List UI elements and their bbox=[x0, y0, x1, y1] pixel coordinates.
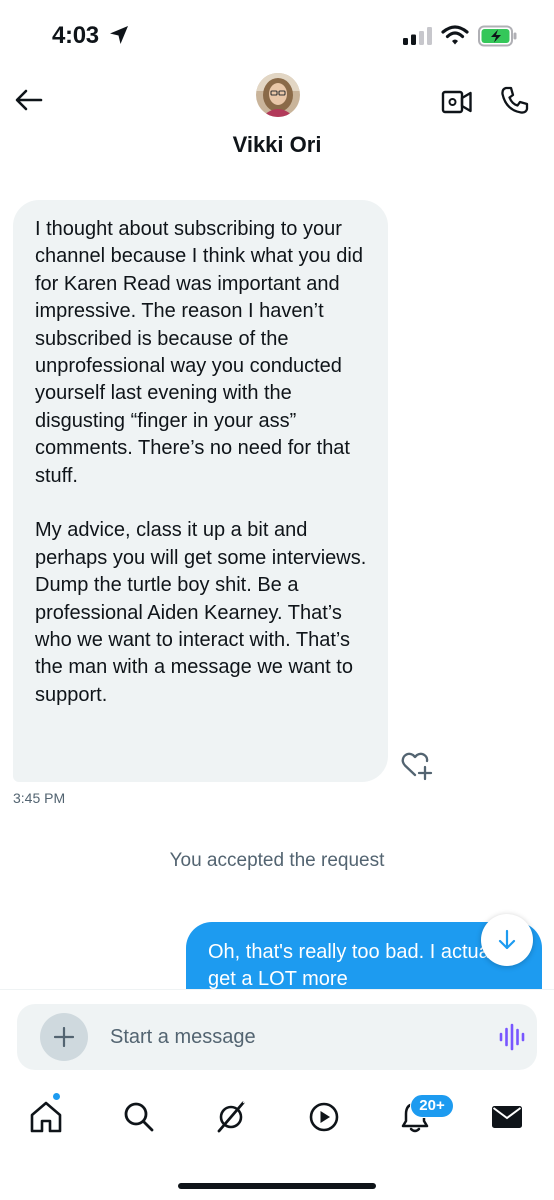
composer-area bbox=[0, 989, 554, 1085]
play-circle-icon bbox=[309, 1102, 339, 1132]
nav-search[interactable] bbox=[122, 1100, 156, 1134]
contact-avatar[interactable] bbox=[256, 73, 300, 117]
home-indicator bbox=[178, 1183, 376, 1189]
wifi-icon bbox=[441, 24, 469, 51]
grok-icon bbox=[217, 1100, 246, 1133]
heart-plus-icon bbox=[401, 752, 433, 781]
status-time: 4:03 bbox=[52, 22, 99, 49]
waveform-icon bbox=[499, 1023, 525, 1051]
contact-name[interactable]: Vikki Ori bbox=[0, 132, 554, 158]
conversation-header: Vikki Ori bbox=[0, 72, 554, 172]
nav-messages[interactable] bbox=[490, 1100, 524, 1134]
scroll-to-bottom-button[interactable] bbox=[481, 914, 533, 966]
bottom-navigation: 20+ bbox=[0, 1085, 554, 1200]
message-input[interactable] bbox=[110, 1017, 450, 1057]
voice-call-button[interactable] bbox=[500, 85, 530, 120]
status-bar: 4:03 bbox=[0, 0, 554, 72]
envelope-icon bbox=[492, 1106, 522, 1128]
cellular-signal-icon bbox=[403, 27, 433, 50]
plus-icon bbox=[54, 1027, 74, 1047]
location-arrow-icon bbox=[108, 24, 130, 51]
message-composer bbox=[17, 1004, 537, 1070]
nav-video[interactable] bbox=[307, 1100, 341, 1134]
add-reaction-button[interactable] bbox=[401, 751, 433, 786]
arrow-down-icon bbox=[498, 929, 516, 950]
nav-grok[interactable] bbox=[214, 1100, 248, 1134]
outgoing-message-text: Oh, that's really too bad. I actually ge… bbox=[208, 941, 509, 991]
phone-icon bbox=[501, 86, 529, 114]
nav-home[interactable] bbox=[29, 1100, 63, 1134]
request-accepted-note: You accepted the request bbox=[169, 850, 385, 871]
battery-charging-icon bbox=[478, 25, 518, 52]
message-paragraph: My advice, class it up a bit and perhaps… bbox=[35, 519, 367, 706]
home-new-dot bbox=[52, 1092, 61, 1101]
add-media-button[interactable] bbox=[40, 1013, 88, 1061]
voice-message-button[interactable] bbox=[498, 1023, 528, 1056]
notifications-badge: 20+ bbox=[410, 1094, 454, 1118]
incoming-message-bubble[interactable]: I thought about subscribing to your chan… bbox=[13, 200, 388, 782]
message-paragraph: I thought about subscribing to your chan… bbox=[35, 218, 363, 487]
back-arrow-icon bbox=[15, 89, 43, 111]
home-icon bbox=[30, 1101, 62, 1133]
video-call-button[interactable] bbox=[441, 87, 473, 122]
video-camera-icon bbox=[441, 90, 472, 114]
search-icon bbox=[124, 1102, 154, 1132]
message-timestamp: 3:45 PM bbox=[13, 790, 66, 806]
back-button[interactable] bbox=[14, 88, 44, 112]
